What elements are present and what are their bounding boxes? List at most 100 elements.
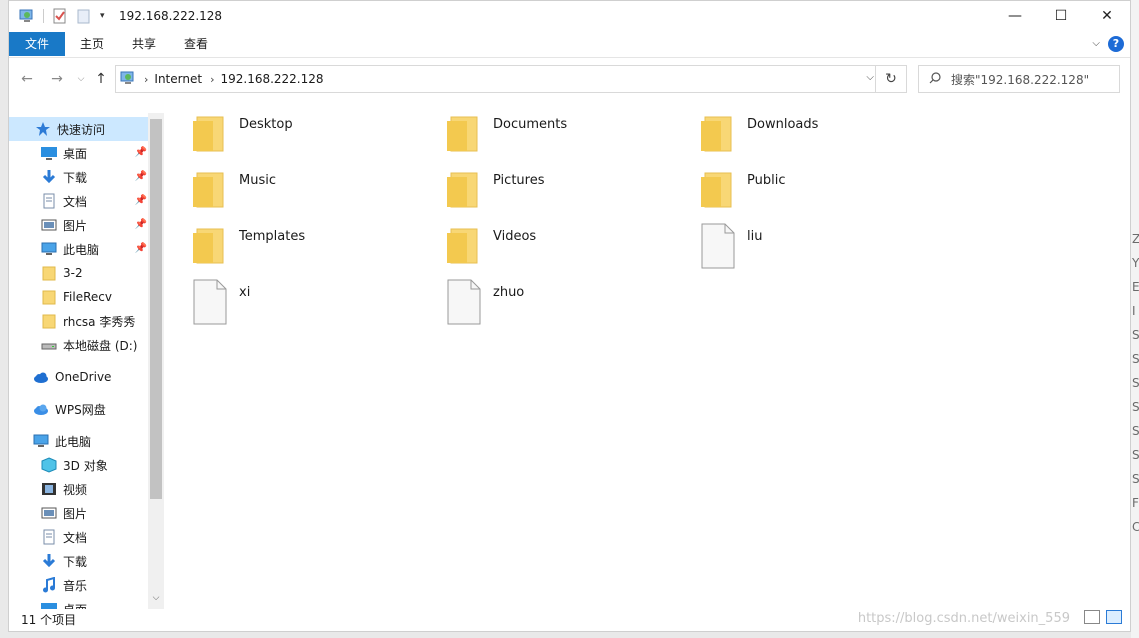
sidebar-item-quick-access[interactable]: 快速访问	[9, 117, 149, 141]
sidebar-item-desktop[interactable]: 桌面 📌	[9, 141, 149, 165]
breadcrumb-separator-icon[interactable]: ›	[144, 73, 148, 86]
sidebar-item-downloads[interactable]: 下载 📌	[9, 165, 149, 189]
properties-icon[interactable]	[52, 8, 68, 24]
sidebar-label: rhcsa 李秀秀	[63, 314, 136, 329]
sidebar-label: 此电脑	[55, 434, 92, 449]
large-icons-view-icon[interactable]	[1106, 610, 1122, 624]
sidebar-item-folder[interactable]: FileRecv	[9, 285, 149, 309]
cloud-icon	[33, 369, 49, 385]
folder-icon	[701, 167, 735, 213]
navigation-bar: ← → ⌵ ↑ › Internet › 192.168.222.128 ⌵ ↻…	[9, 63, 1130, 97]
forward-icon[interactable]: →	[47, 69, 67, 89]
scroll-down-icon[interactable]: ⌵	[150, 593, 162, 603]
sidebar-item-music[interactable]: 音乐	[9, 573, 149, 597]
file-explorer-window: ▾ 192.168.222.128 — ☐ ✕ 文件 主页 共享 查看 ⌵ ? …	[8, 0, 1131, 632]
pin-icon[interactable]: 📌	[135, 243, 147, 254]
network-location-icon[interactable]	[19, 8, 35, 24]
item-name: Downloads	[747, 117, 819, 132]
tab-home[interactable]: 主页	[69, 32, 115, 56]
video-icon	[41, 481, 57, 497]
title-bar: ▾ 192.168.222.128 — ☐ ✕	[9, 1, 1130, 31]
sidebar-item-downloads[interactable]: 下载	[9, 549, 149, 573]
folder-item[interactable]: Downloads	[677, 99, 917, 155]
recent-locations-icon[interactable]: ⌵	[71, 69, 91, 89]
pin-icon[interactable]: 📌	[135, 171, 147, 182]
folder-icon	[447, 223, 481, 269]
pin-icon[interactable]: 📌	[135, 147, 147, 158]
file-icon	[193, 279, 227, 325]
help-icon[interactable]: ?	[1108, 36, 1124, 52]
tab-view[interactable]: 查看	[173, 32, 219, 56]
scrollbar-thumb[interactable]	[150, 119, 162, 499]
star-icon	[35, 121, 51, 137]
tab-file[interactable]: 文件	[9, 32, 65, 56]
pictures-icon	[41, 505, 57, 521]
address-bar[interactable]: › Internet › 192.168.222.128 ⌵ ↻	[115, 65, 907, 93]
sidebar-item-pictures[interactable]: 图片	[9, 501, 149, 525]
sidebar-label: 视频	[63, 482, 88, 497]
file-item[interactable]: xi	[169, 267, 409, 325]
search-input[interactable]: 搜索"192.168.222.128"	[918, 65, 1120, 93]
folder-icon	[193, 111, 227, 157]
minimize-button[interactable]: —	[992, 1, 1038, 31]
sidebar-item-this-pc[interactable]: 此电脑	[9, 429, 149, 453]
file-item[interactable]: liu	[677, 211, 917, 269]
expand-ribbon-icon[interactable]: ⌵	[1092, 38, 1100, 49]
folder-icon	[193, 167, 227, 213]
item-name: xi	[239, 285, 251, 300]
sidebar-item-this-pc-pinned[interactable]: 此电脑 📌	[9, 237, 149, 261]
breadcrumb-internet[interactable]: Internet	[154, 72, 202, 86]
pin-icon[interactable]: 📌	[135, 195, 147, 206]
sidebar-item-wps[interactable]: WPS网盘	[9, 397, 149, 421]
status-bar: 11 个项目 https://blog.csdn.net/weixin_559	[9, 605, 1130, 631]
details-view-icon[interactable]	[1084, 610, 1100, 624]
folder-item[interactable]: Pictures	[423, 155, 663, 211]
refresh-icon[interactable]: ↻	[875, 66, 906, 92]
background-edge: ZYE ISS SSS SSF C	[1131, 0, 1139, 638]
address-history-icon[interactable]: ⌵	[866, 72, 874, 83]
item-name: Music	[239, 173, 276, 188]
document-icon	[41, 529, 57, 545]
folder-icon	[41, 265, 57, 281]
music-icon	[41, 576, 57, 593]
breadcrumb-separator-icon[interactable]: ›	[210, 73, 214, 86]
close-button[interactable]: ✕	[1084, 1, 1130, 31]
item-count: 11 个项目	[21, 613, 77, 627]
new-folder-icon[interactable]	[76, 8, 92, 24]
sidebar-item-folder[interactable]: rhcsa 李秀秀	[9, 309, 149, 333]
sidebar-item-3d-objects[interactable]: 3D 对象	[9, 453, 149, 477]
sidebar-label: WPS网盘	[55, 402, 106, 417]
maximize-button[interactable]: ☐	[1038, 1, 1084, 31]
sidebar-item-videos[interactable]: 视频	[9, 477, 149, 501]
folder-item[interactable]: Music	[169, 155, 409, 211]
sidebar-item-onedrive[interactable]: OneDrive	[9, 365, 149, 389]
customize-toolbar-icon[interactable]: ▾	[100, 11, 105, 21]
computer-icon	[41, 241, 57, 257]
back-icon[interactable]: ←	[17, 69, 37, 89]
up-icon[interactable]: ↑	[91, 69, 111, 89]
sidebar-item-pictures[interactable]: 图片 📌	[9, 213, 149, 237]
sidebar-label: 图片	[63, 506, 88, 521]
breadcrumb-host[interactable]: 192.168.222.128	[220, 72, 323, 86]
folder-item[interactable]: Desktop	[169, 99, 409, 155]
sidebar-label: FileRecv	[63, 290, 112, 304]
folder-item[interactable]: Documents	[423, 99, 663, 155]
tab-share[interactable]: 共享	[121, 32, 167, 56]
quick-access-toolbar: ▾	[19, 7, 105, 25]
sidebar-scrollbar[interactable]: ⌵	[148, 113, 164, 609]
navigation-pane: 快速访问 桌面 📌 下载 📌 文档 📌 图片 📌 此电脑 📌 3-2 FileR…	[9, 113, 165, 609]
sidebar-item-documents[interactable]: 文档 📌	[9, 189, 149, 213]
file-item[interactable]: zhuo	[423, 267, 663, 325]
folder-item[interactable]: Public	[677, 155, 917, 211]
folder-icon	[41, 289, 57, 305]
folder-item[interactable]: Templates	[169, 211, 409, 267]
folder-icon	[447, 167, 481, 213]
pin-icon[interactable]: 📌	[135, 219, 147, 230]
sidebar-item-documents[interactable]: 文档	[9, 525, 149, 549]
folder-item[interactable]: Videos	[423, 211, 663, 267]
sidebar-item-folder[interactable]: 3-2	[9, 261, 149, 285]
sidebar-item-drive-d[interactable]: 本地磁盘 (D:)	[9, 333, 149, 357]
search-placeholder: 搜索"192.168.222.128"	[951, 72, 1090, 87]
item-name: Public	[747, 173, 786, 188]
sidebar-label: 桌面	[63, 146, 88, 161]
